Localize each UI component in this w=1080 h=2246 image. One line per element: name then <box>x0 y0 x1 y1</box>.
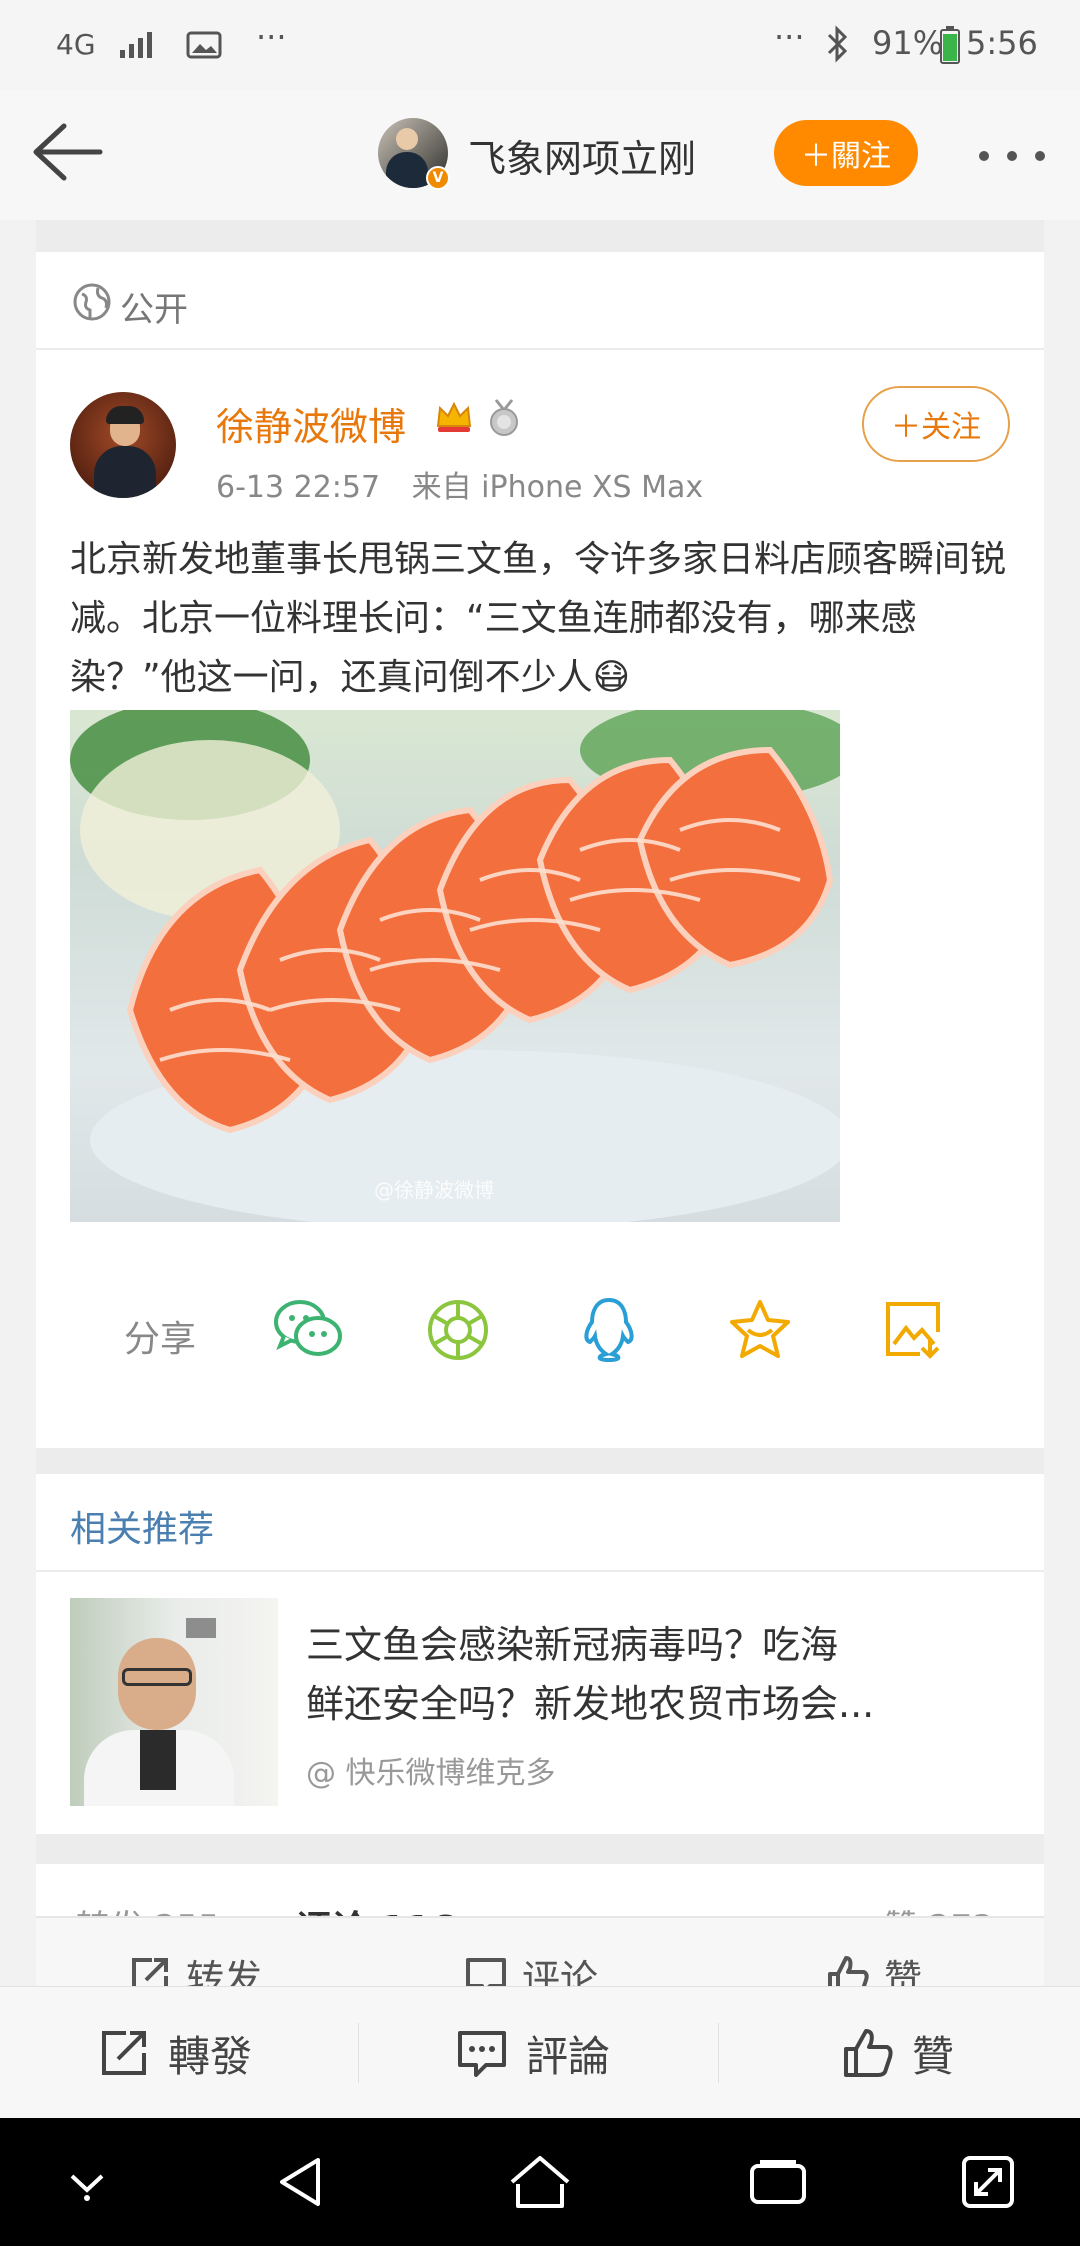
crown-icon <box>434 396 474 440</box>
divider <box>36 1834 1044 1864</box>
inline-action-row: 转发 评论 赞 <box>36 1916 1044 1986</box>
comment-button[interactable]: 評論 <box>456 1987 610 2119</box>
image-watermark: @徐静波微博 <box>374 1178 494 1202</box>
repost-icon <box>132 1957 168 1986</box>
visibility-label: 公开 <box>120 290 188 330</box>
more-notifications: ··· <box>256 18 287 56</box>
post-image[interactable]: @徐静波微博 <box>70 710 840 1222</box>
related-author: @ 快乐微博维克多 <box>306 1756 556 1791</box>
mask-emoji: 😷 <box>592 657 631 698</box>
related-title-line-1: 三文鱼会感染新冠病毒吗？吃海 <box>306 1623 839 1667</box>
hide-nav-icon[interactable] <box>64 2168 110 2206</box>
save-image-icon[interactable] <box>882 1298 944 1364</box>
stats-tabs: 转发 255 评论 116 赞 273 <box>36 1864 1044 1924</box>
repost-icon <box>102 2031 146 2075</box>
top-nav-bar: V 飞象网项立刚 ＋關注 <box>0 90 1080 220</box>
inline-repost-label: 转发 <box>186 1957 263 1986</box>
salmon-illustration <box>70 710 840 1222</box>
moments-icon[interactable] <box>426 1298 490 1366</box>
bluetooth-icon <box>826 24 850 72</box>
home-nav-icon[interactable] <box>508 2154 572 2214</box>
back-nav-icon[interactable] <box>274 2154 326 2214</box>
inline-like-label: 赞 <box>884 1957 923 1986</box>
related-thumbnail[interactable] <box>70 1598 278 1806</box>
comment-label: 評論 <box>526 2031 611 2081</box>
author-follow-button[interactable]: ＋关注 <box>862 386 1010 462</box>
network-indicator: 4G <box>56 28 96 61</box>
divider <box>36 1570 1044 1572</box>
more-options-icon[interactable] <box>976 148 1048 167</box>
bottom-action-bar: 轉發 評論 贊 <box>0 1986 1080 2118</box>
battery-icon <box>940 26 960 72</box>
repost-button[interactable]: 轉發 <box>98 1987 252 2119</box>
status-more: ··· <box>774 18 805 56</box>
divider <box>718 2023 719 2083</box>
author-avatar[interactable] <box>70 392 176 498</box>
post-source: 来自 iPhone XS Max <box>411 470 704 505</box>
post-timestamp: 6-13 22:57 <box>216 470 381 505</box>
follow-button[interactable]: ＋關注 <box>774 120 918 186</box>
battery-percent: 91% <box>872 24 944 62</box>
inline-repost[interactable]: 转发 <box>128 1948 262 1986</box>
divider <box>36 1448 1044 1474</box>
expand-nav-icon[interactable] <box>960 2152 1016 2214</box>
thumbs-up-icon <box>828 1955 869 1986</box>
back-arrow-icon[interactable] <box>28 120 104 188</box>
wechat-icon[interactable] <box>272 1296 344 1366</box>
qq-icon[interactable] <box>578 1296 640 1368</box>
inline-like[interactable]: 赞 <box>826 1948 922 1986</box>
verified-badge-icon: V <box>426 166 450 190</box>
recents-nav-icon[interactable] <box>748 2158 808 2210</box>
share-label: 分享 <box>124 1319 197 1360</box>
thumbs-up-icon <box>844 2029 893 2077</box>
divider <box>36 220 1044 252</box>
post-text-content: 北京新发地董事长甩锅三文鱼，令许多家日料店顾客瞬间锐减。北京一位料理长问：“三文… <box>70 539 1007 698</box>
comment-icon <box>458 2031 506 2077</box>
inline-comment[interactable]: 评论 <box>464 1948 598 1986</box>
like-button[interactable]: 贊 <box>842 1987 954 2119</box>
status-bar: 4G ··· ··· 91% 5:56 <box>0 0 1080 90</box>
like-label: 贊 <box>912 2031 955 2081</box>
related-header: 相关推荐 <box>70 1509 215 1550</box>
clock: 5:56 <box>966 24 1038 62</box>
gallery-notification-icon <box>186 30 222 68</box>
globe-icon <box>72 282 112 326</box>
inline-comment-label: 评论 <box>522 1957 599 1986</box>
divider <box>358 2023 359 2083</box>
visibility-row: 公开 <box>36 252 1044 350</box>
medal-icon <box>486 398 522 442</box>
author-name[interactable]: 徐静波微博 <box>216 396 406 451</box>
system-nav-bar <box>0 2118 1080 2246</box>
signal-icon <box>118 30 158 68</box>
favorite-star-icon[interactable] <box>728 1298 792 1364</box>
screen: 4G ··· ··· 91% 5:56 V 飞象网项立刚 ＋關注 公开 徐静波微… <box>0 0 1080 2246</box>
repost-label: 轉發 <box>168 2031 253 2081</box>
post-meta: 6-13 22:57 来自 iPhone XS Max <box>216 462 703 506</box>
comment-icon <box>466 1957 506 1986</box>
profile-title[interactable]: 飞象网项立刚 <box>468 128 696 183</box>
related-title[interactable]: 三文鱼会感染新冠病毒吗？吃海 鲜还安全吗？新发地农贸市场会... <box>306 1616 874 1734</box>
post-text: 北京新发地董事长甩锅三文鱼，令许多家日料店顾客瞬间锐减。北京一位料理长问：“三文… <box>70 530 1020 707</box>
related-title-line-2: 鲜还安全吗？新发地农贸市场会... <box>306 1682 875 1726</box>
